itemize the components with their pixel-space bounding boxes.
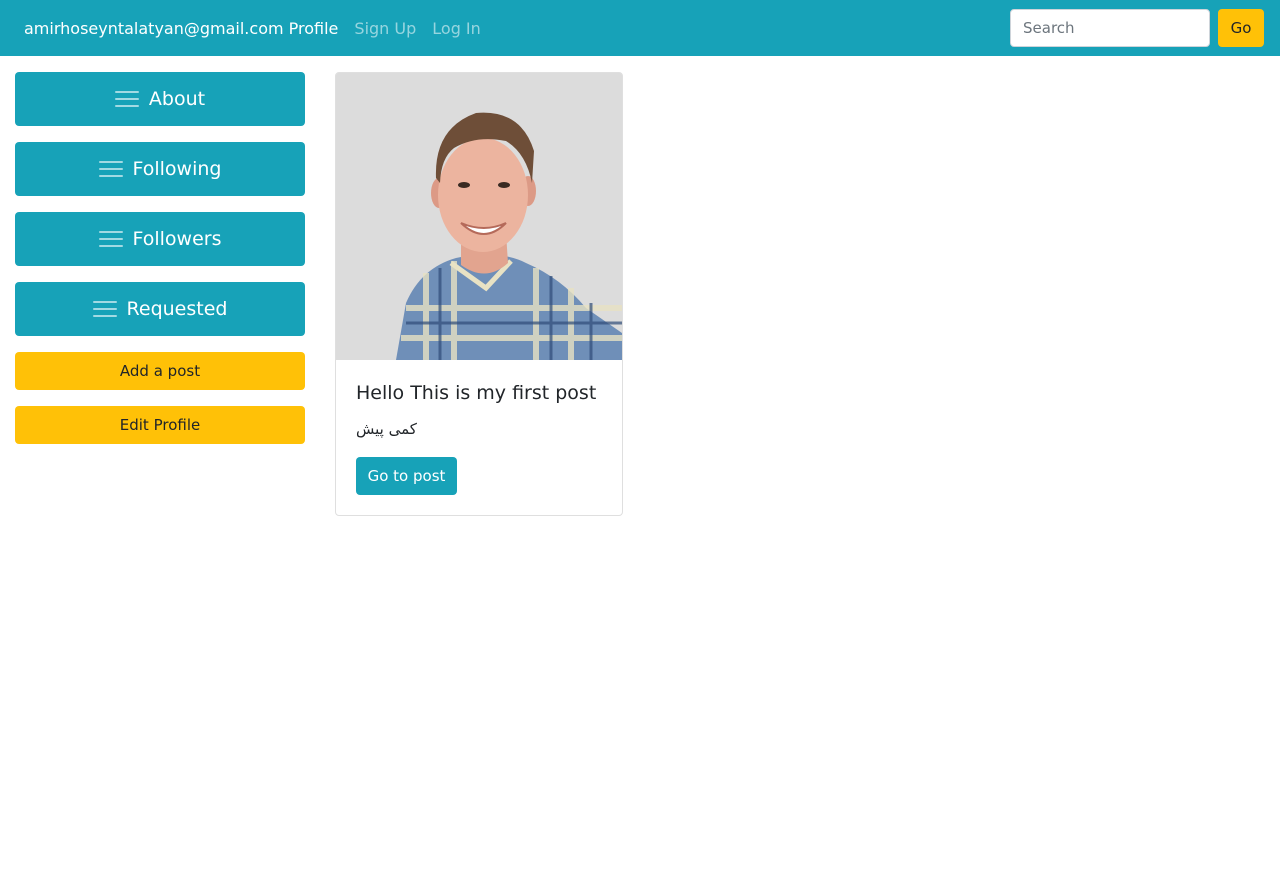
navbar: amirhoseyntalatyan@gmail.com Profile Sig…: [0, 0, 1280, 56]
menu-icon: [92, 300, 117, 318]
add-post-button[interactable]: Add a post: [15, 352, 305, 390]
menu-icon: [98, 230, 123, 248]
post-image: [336, 73, 622, 360]
post-card: Hello This is my first post کمی پیش Go t…: [335, 72, 623, 516]
profile-link[interactable]: amirhoseyntalatyan@gmail.com Profile: [24, 19, 338, 38]
sign-up-link[interactable]: Sign Up: [354, 19, 416, 38]
about-label: About: [148, 88, 206, 110]
log-in-link[interactable]: Log In: [432, 19, 481, 38]
followers-button[interactable]: Followers: [15, 212, 305, 266]
post-title: Hello This is my first post: [356, 382, 597, 404]
followers-label: Followers: [132, 228, 222, 250]
go-button[interactable]: Go: [1218, 9, 1264, 47]
search-input[interactable]: [1010, 9, 1210, 47]
about-button[interactable]: About: [15, 72, 305, 126]
following-button[interactable]: Following: [15, 142, 305, 196]
menu-icon: [114, 90, 139, 108]
menu-icon: [98, 160, 123, 178]
following-label: Following: [132, 158, 222, 180]
nav-links: amirhoseyntalatyan@gmail.com Profile Sig…: [24, 0, 481, 56]
post-text: کمی پیش: [356, 420, 417, 438]
requested-button[interactable]: Requested: [15, 282, 305, 336]
edit-profile-button[interactable]: Edit Profile: [15, 406, 305, 444]
requested-label: Requested: [126, 298, 228, 320]
go-to-post-button[interactable]: Go to post: [356, 457, 457, 495]
